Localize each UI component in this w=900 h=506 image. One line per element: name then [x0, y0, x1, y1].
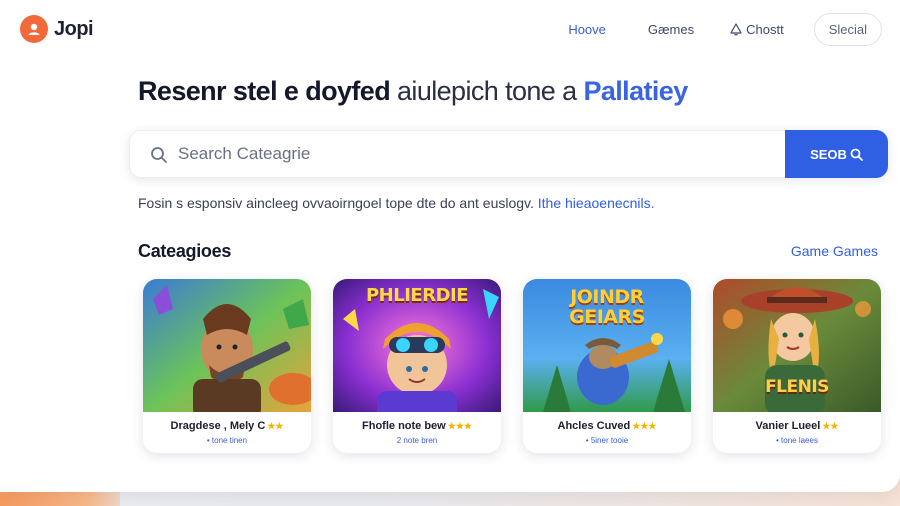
headline-accent: Pallatiey	[583, 76, 688, 106]
game-art-title: PHLIERDIE	[365, 285, 469, 306]
game-card-title-text: Vanier Lueel	[755, 420, 821, 432]
game-card-subtitle: • tone tinen	[206, 436, 248, 445]
page-title: Resenr stel e doyfed aiulepich tone a Pa…	[138, 76, 688, 107]
game-art-title: JOINDR GEIARS	[569, 286, 645, 328]
app-window: Jopi Hoove Gæmes Chostt Slecial Resenr s…	[0, 0, 900, 492]
search-bar: SEOB	[129, 130, 888, 178]
game-card[interactable]: JOINDR GEIARS Ahcles Cuved ★★★ • 5iner to…	[523, 279, 691, 453]
star-rating-icon: ★★★	[447, 421, 472, 431]
nav-home[interactable]: Hoove	[556, 16, 618, 43]
search-input[interactable]	[178, 131, 778, 177]
subtitle-link[interactable]: Ithe hieaoenecnils.	[538, 195, 655, 211]
user-circle-icon	[20, 15, 48, 43]
headline-light: aiulepich tone a	[397, 76, 584, 106]
top-nav: Hoove Gæmes Chostt Slecial	[556, 13, 882, 46]
game-card[interactable]: Dragdese , Mely C ★★ • tone tinen	[143, 279, 311, 453]
brand-logo[interactable]: Jopi	[20, 15, 94, 43]
warrior-with-gun-icon	[143, 279, 311, 412]
special-button[interactable]: Slecial	[813, 13, 882, 46]
game-card[interactable]: FLENIS Vanier Lueel ★★ • tone laees	[713, 279, 881, 453]
header: Jopi Hoove Gæmes Chostt Slecial	[0, 0, 900, 58]
subtitle-text: Fosin s esponsiv aincleeg ovvaoirngoel t…	[138, 195, 538, 211]
categories-link[interactable]: Game Games	[791, 243, 878, 259]
cowgirl-adventurer-icon: FLENIS	[713, 279, 881, 412]
game-card-subtitle: • tone laees	[776, 436, 818, 445]
star-rating-icon: ★★	[822, 421, 839, 431]
headline-main: Resenr stel e doyfed	[138, 76, 397, 106]
nav-games[interactable]: Gæmes	[636, 16, 706, 43]
search-icon	[151, 147, 167, 163]
search-button[interactable]: SEOB	[785, 130, 888, 178]
bell-icon	[730, 23, 742, 36]
game-card[interactable]: PHLIERDIE Fhofle note bew ★★★ 2 note bren	[333, 279, 501, 453]
goggles-hero-icon: PHLIERDIE	[333, 279, 501, 412]
game-card-subtitle: 2 note bren	[396, 436, 438, 445]
game-card-subtitle: • 5iner tooie	[585, 436, 629, 445]
creature-with-blaster-icon: JOINDR GEIARS	[523, 279, 691, 412]
search-button-label: SEOB	[810, 146, 847, 162]
star-rating-icon: ★★★	[632, 421, 657, 431]
page-subtitle: Fosin s esponsiv aincleeg ovvaoirngoel t…	[138, 195, 655, 211]
game-art-title: FLENIS	[765, 377, 829, 397]
game-card-title: Vanier Lueel ★★	[713, 420, 881, 432]
game-card-title-text: Fhofle note bew	[362, 420, 446, 432]
game-card-title: Dragdese , Mely C ★★	[143, 420, 311, 432]
game-card-title: Ahcles Cuved ★★★	[523, 420, 691, 432]
categories-heading: Cateagioes	[138, 241, 232, 261]
search-icon	[850, 148, 863, 161]
game-card-title: Fhofle note bew ★★★	[333, 420, 501, 432]
brand-name: Jopi	[54, 17, 94, 40]
game-card-title-text: Ahcles Cuved	[557, 420, 631, 432]
category-cards: Dragdese , Mely C ★★ • tone tinen PHLIER…	[143, 279, 881, 453]
nav-ghost[interactable]: Chostt	[718, 16, 796, 43]
game-card-title-text: Dragdese , Mely C	[170, 420, 266, 432]
star-rating-icon: ★★	[267, 421, 284, 431]
nav-ghost-label: Chostt	[746, 22, 784, 37]
